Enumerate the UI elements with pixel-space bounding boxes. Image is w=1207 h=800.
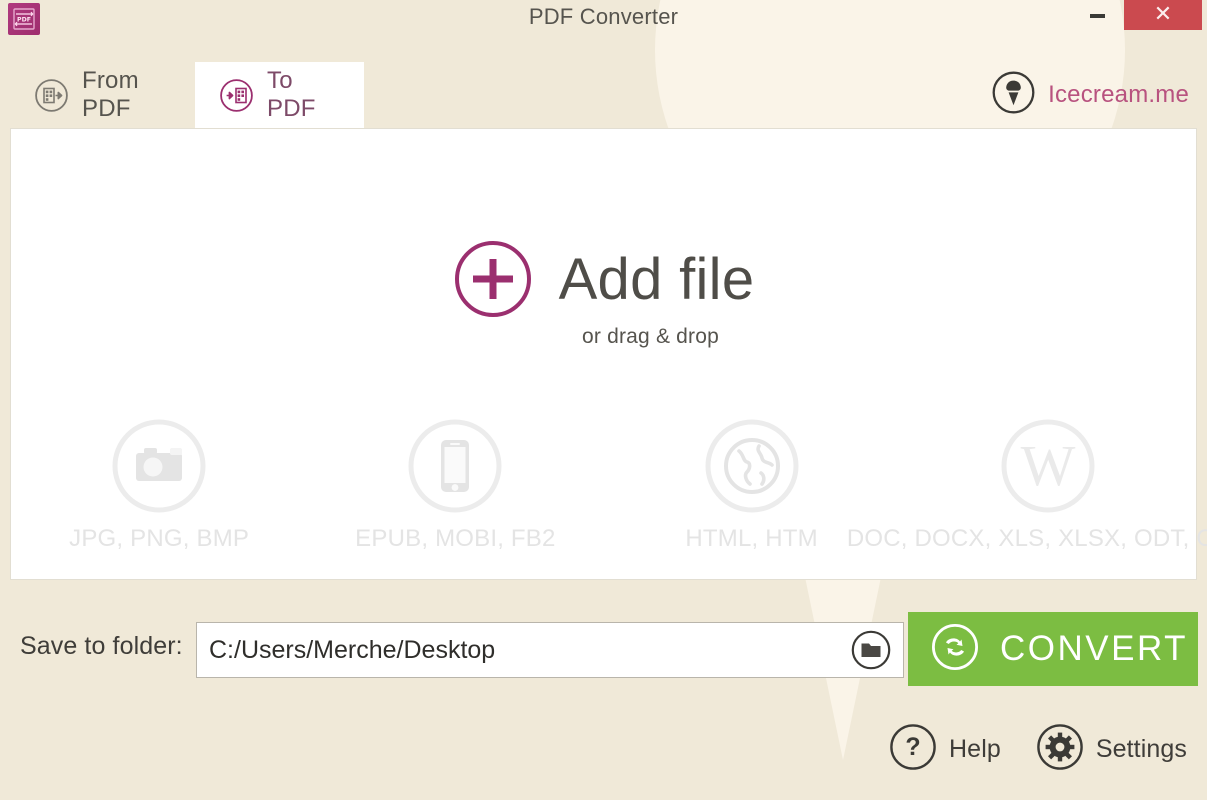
minimize-button[interactable] bbox=[1074, 0, 1120, 32]
close-icon: ✕ bbox=[1153, 2, 1173, 27]
refresh-circle-icon bbox=[930, 622, 980, 677]
add-file-row: Add file bbox=[453, 239, 755, 319]
icecream-cone-icon bbox=[991, 70, 1036, 120]
add-file-subtitle: or drag & drop bbox=[581, 325, 720, 348]
phone-icon bbox=[406, 417, 504, 515]
close-button[interactable]: ✕ bbox=[1124, 0, 1202, 30]
settings-label: Settings bbox=[1095, 735, 1187, 763]
browse-folder-button[interactable] bbox=[839, 623, 903, 677]
help-label: Help bbox=[949, 735, 1001, 763]
globe-icon bbox=[703, 417, 801, 515]
from-pdf-icon bbox=[34, 78, 69, 113]
format-item-images: JPG, PNG, BMP bbox=[11, 417, 307, 553]
tab-to-pdf-label: To PDF bbox=[267, 67, 316, 122]
format-item-documents: W DOC, DOCX, XLS, XLSX, ODT, ODS bbox=[847, 417, 1207, 553]
format-item-ebooks: EPUB, MOBI, FB2 bbox=[307, 417, 603, 553]
minimize-icon bbox=[1089, 14, 1105, 18]
format-label-documents: DOC, DOCX, XLS, XLSX, ODT, ODS bbox=[846, 525, 1207, 552]
format-label-images: JPG, PNG, BMP bbox=[69, 525, 250, 552]
save-path-field[interactable]: C:/Users/Merche/Desktop bbox=[196, 622, 904, 678]
convert-button-label: CONVERT bbox=[1000, 629, 1188, 668]
question-circle-icon: ? bbox=[888, 722, 938, 777]
window-title: PDF Converter bbox=[528, 4, 679, 29]
save-path-value[interactable]: C:/Users/Merche/Desktop bbox=[197, 636, 839, 665]
drop-zone-panel[interactable]: Add file or drag & drop JPG, PNG, BMP EP… bbox=[10, 128, 1207, 580]
tab-from-pdf-label: From PDF bbox=[82, 67, 139, 122]
tab-from-pdf[interactable]: From PDF bbox=[10, 62, 165, 128]
bottom-bar: ? Help Settings bbox=[888, 722, 1187, 777]
supported-formats-list: JPG, PNG, BMP EPUB, MOBI, FB2 HTML, HTM … bbox=[11, 417, 1207, 553]
format-label-web: HTML, HTM bbox=[685, 525, 818, 552]
add-file-area[interactable]: Add file or drag & drop bbox=[11, 239, 1196, 349]
plus-circle-icon bbox=[453, 239, 533, 319]
svg-text:?: ? bbox=[905, 733, 920, 761]
add-file-title: Add file bbox=[558, 246, 755, 312]
to-pdf-icon bbox=[219, 78, 254, 113]
help-button[interactable]: ? Help bbox=[888, 722, 1001, 777]
camera-icon bbox=[110, 417, 208, 515]
svg-text:W: W bbox=[1021, 433, 1076, 498]
tab-to-pdf[interactable]: To PDF bbox=[195, 62, 364, 128]
save-to-folder-label: Save to folder: bbox=[20, 632, 183, 660]
convert-button[interactable]: CONVERT bbox=[908, 612, 1198, 686]
icecream-brand-label: Icecream.me bbox=[1048, 81, 1189, 108]
icecream-brand-link[interactable]: Icecream.me bbox=[991, 70, 1189, 120]
word-w-icon: W bbox=[999, 417, 1097, 515]
format-label-ebooks: EPUB, MOBI, FB2 bbox=[355, 525, 556, 552]
gear-circle-icon bbox=[1035, 722, 1085, 777]
settings-button[interactable]: Settings bbox=[1035, 722, 1187, 777]
title-bar: PDF PDF Converter ✕ bbox=[0, 0, 1207, 35]
